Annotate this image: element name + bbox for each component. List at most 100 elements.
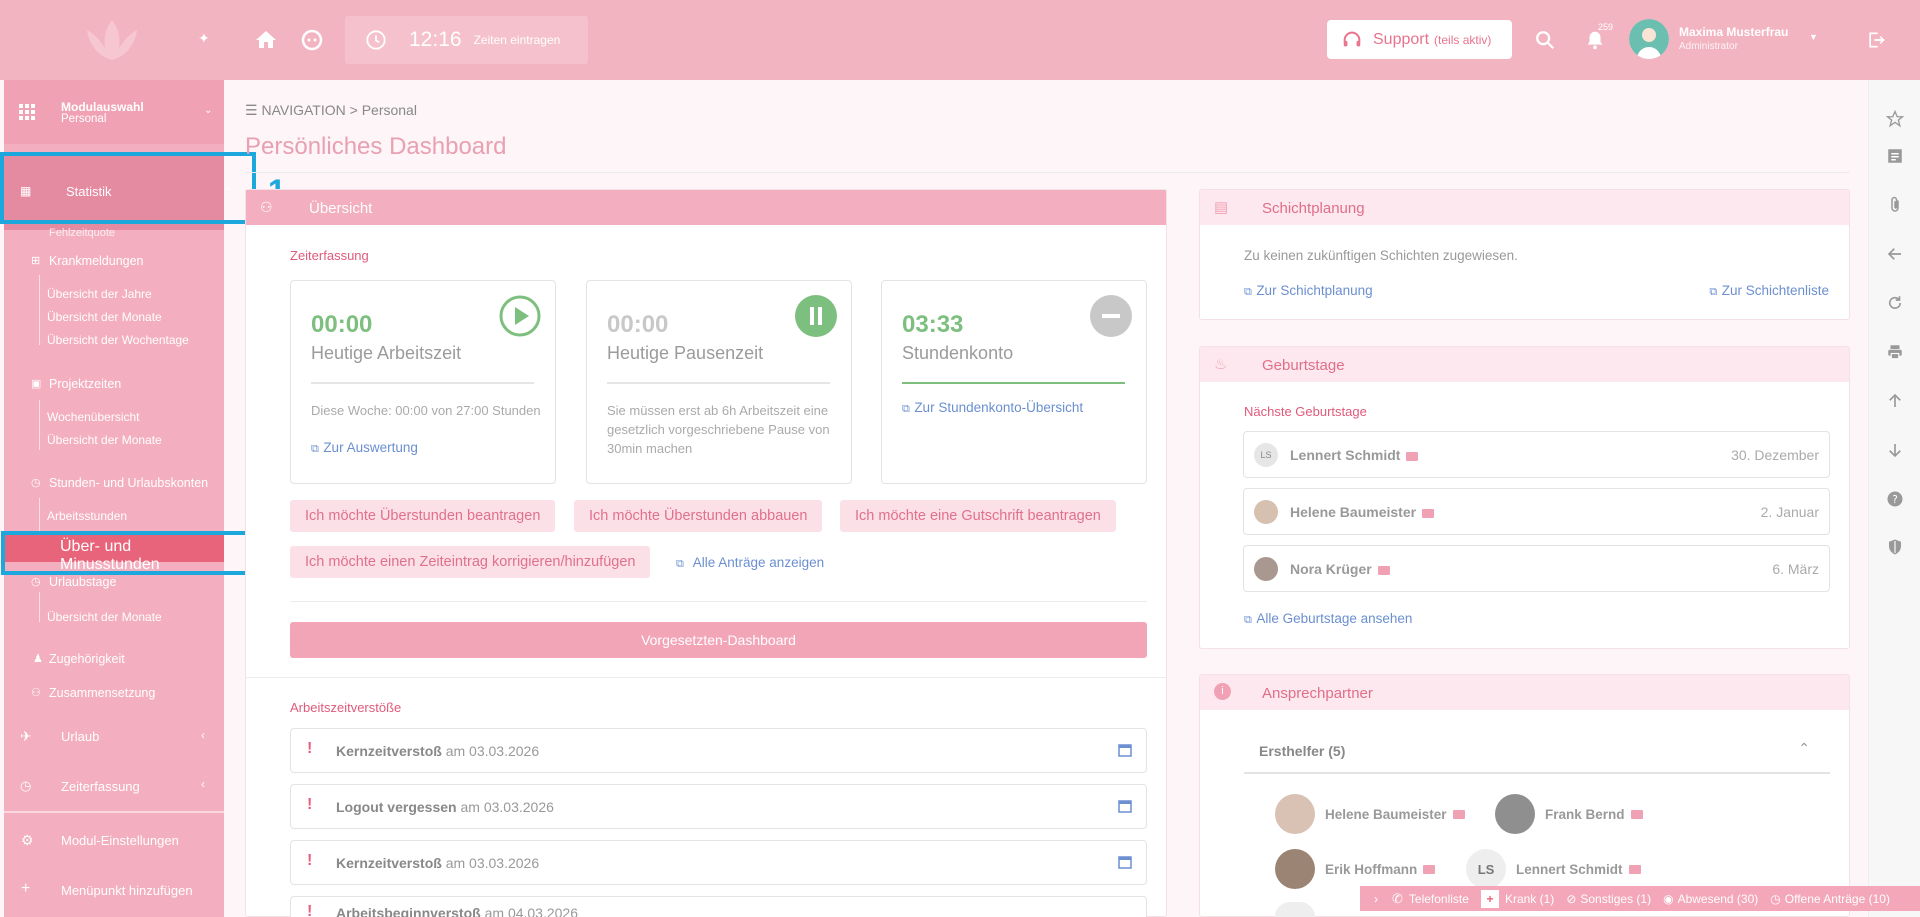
contact-person[interactable]: Erik Hoffmann <box>1275 849 1436 889</box>
sidebar-item-krankmeldungen[interactable]: Krankmeldungen <box>49 254 144 268</box>
calendar-icon[interactable] <box>1118 855 1132 869</box>
minus-circle-icon[interactable] <box>1090 295 1132 337</box>
schichtenliste-link[interactable]: ⧉ Zur Schichtenliste <box>1709 282 1829 300</box>
sidebar-item-monate-urlaub[interactable]: Übersicht der Monate <box>47 610 162 624</box>
briefcase-icon: ▣ <box>31 378 42 390</box>
progress-bar <box>902 382 1125 384</box>
section-zeiterfassung: Zeiterfassung <box>290 248 369 263</box>
pin-icon[interactable]: ✦ <box>198 30 210 47</box>
sidebar-item-menuepunkt[interactable]: + Menüpunkt hinzufügen <box>4 866 224 914</box>
home-icon[interactable] <box>254 28 278 52</box>
contact-person[interactable]: Helene Baumeister <box>1275 794 1465 834</box>
print-icon[interactable] <box>1886 343 1904 361</box>
mail-icon[interactable] <box>1423 864 1436 874</box>
list-item[interactable]: ! Kernzeitverstoß am 03.03.2026 <box>290 728 1147 773</box>
sidebar-item-zusammensetzung[interactable]: Zusammensetzung <box>49 686 155 700</box>
calendar-icon[interactable] <box>1118 799 1132 813</box>
support-button[interactable]: Support (teils aktiv) <box>1327 20 1512 59</box>
alle-geburtstage-link[interactable]: ⧉ Alle Geburtstage ansehen <box>1244 610 1412 628</box>
sidebar-item-fehlzeitquote[interactable]: Fehlzeitquote <box>49 227 115 239</box>
sidebar-item-modul-einstellungen[interactable]: ⚙ Modul-Einstellungen <box>4 816 224 864</box>
time-entry-widget[interactable]: 12:16 Zeiten eintragen <box>345 16 588 64</box>
list-item[interactable]: ! Kernzeitverstoß am 03.03.2026 <box>290 840 1147 885</box>
list-item[interactable]: ! Arbeitsbeginnverstoß am 04.03.2026 <box>290 896 1147 917</box>
birthday-header: ♨ Geburtstage <box>1200 347 1849 382</box>
paperclip-icon[interactable] <box>1886 196 1904 214</box>
mail-icon[interactable] <box>1630 809 1643 819</box>
list-item[interactable]: ! Logout vergessen am 03.03.2026 <box>290 784 1147 829</box>
menu-icon[interactable]: ☰ <box>245 102 258 118</box>
schichtplanung-link[interactable]: ⧉ Zur Schichtplanung <box>1244 282 1373 300</box>
sidebar-item-monate-projekt[interactable]: Übersicht der Monate <box>47 433 162 447</box>
progress-bar <box>607 382 830 384</box>
telefonliste-item[interactable]: ✆ Telefonliste <box>1392 891 1475 907</box>
mail-icon[interactable] <box>1377 565 1390 575</box>
breadcrumb-page[interactable]: Personal <box>362 102 417 118</box>
right-toolbar: ? <box>1868 80 1920 917</box>
module-select[interactable]: Modulauswahl Personal ⌄ <box>4 80 224 144</box>
sidebar-item-zugehoerigkeit[interactable]: Zugehörigkeit <box>49 652 125 666</box>
pause-time-label: Heutige Pausenzeit <box>607 343 764 363</box>
sidebar-item-monate[interactable]: Übersicht der Monate <box>47 310 162 324</box>
stundenkonto-link[interactable]: ⧉ Zur Stundenkonto-Übersicht <box>902 399 1083 417</box>
sidebar-item-urlaub[interactable]: ✈ Urlaub ‹ <box>4 712 224 760</box>
logout-icon[interactable] <box>1866 30 1886 50</box>
stundenkonto-box: 03:33 Stundenkonto ⧉ Zur Stundenkonto-Üb… <box>881 280 1147 484</box>
refresh-icon[interactable] <box>1886 294 1904 312</box>
krank-item[interactable]: + Krank (1) <box>1480 889 1560 908</box>
mail-icon[interactable] <box>1628 864 1641 874</box>
face-icon[interactable] <box>300 28 324 52</box>
note-icon[interactable] <box>1886 147 1904 165</box>
star-icon[interactable] <box>1886 110 1904 128</box>
gutschrift-button[interactable]: Ich möchte eine Gutschrift beantragen <box>840 500 1116 532</box>
list-item[interactable]: Nora Krüger 6. März <box>1243 545 1830 592</box>
contact-person[interactable]: Frank Bernd <box>1495 794 1643 834</box>
chevron-right-icon[interactable]: › <box>1374 892 1378 906</box>
list-item[interactable]: Helene Baumeister 2. Januar <box>1243 488 1830 535</box>
pause-time-desc: Sie müssen erst ab 6h Arbeitszeit eine g… <box>607 403 830 456</box>
external-link-icon: ⧉ <box>1244 614 1252 626</box>
mail-icon[interactable] <box>1452 809 1465 819</box>
arrow-left-icon[interactable] <box>1886 245 1904 263</box>
arrow-up-icon[interactable] <box>1886 392 1904 410</box>
sonstiges-item[interactable]: ⊘ Sonstiges (1) <box>1566 892 1657 906</box>
contact-person[interactable]: LS Lennert Schmidt <box>1466 849 1641 889</box>
mail-icon[interactable] <box>1422 508 1435 518</box>
offene-antraege-item[interactable]: ◷ Offene Anträge (10) <box>1770 892 1896 906</box>
abwesend-item[interactable]: ◉ Abwesend (30) <box>1663 892 1764 906</box>
logo[interactable] <box>0 0 224 80</box>
module-subtitle: Personal <box>61 113 107 125</box>
mail-icon[interactable] <box>1406 451 1419 461</box>
verstoss-am: am <box>445 743 466 759</box>
sidebar-item-projektzeiten[interactable]: Projektzeiten <box>49 377 121 391</box>
chevron-up-icon[interactable]: ⌃ <box>1798 740 1810 757</box>
auswertung-link[interactable]: ⧉ Zur Auswertung <box>311 439 418 457</box>
ueberstunden-abbauen-button[interactable]: Ich möchte Überstunden abbauen <box>574 500 823 532</box>
chevron-down-icon[interactable]: ▼ <box>1809 32 1818 42</box>
help-icon[interactable]: ? <box>1886 490 1904 508</box>
arrow-down-icon[interactable] <box>1886 441 1904 459</box>
avatar[interactable] <box>1629 19 1669 59</box>
shield-icon[interactable] <box>1886 538 1904 556</box>
calendar-icon[interactable] <box>1118 743 1132 757</box>
vorgesetzten-dashboard-button[interactable]: Vorgesetzten-Dashboard <box>290 622 1147 658</box>
alle-geburtstage-link-label: Alle Geburtstage ansehen <box>1256 611 1413 626</box>
ersthelfer-group[interactable]: Ersthelfer (5) ⌃ <box>1244 736 1830 774</box>
pause-icon[interactable] <box>795 295 837 337</box>
sidebar-item-urlaubstage[interactable]: Urlaubstage <box>49 575 116 589</box>
sidebar-divider <box>4 811 224 813</box>
search-icon[interactable] <box>1534 29 1556 51</box>
sidebar-item-wochenuebersicht[interactable]: Wochenübersicht <box>47 410 140 424</box>
list-item[interactable]: LS Lennert Schmidt 30. Dezember <box>1243 431 1830 478</box>
sidebar-item-jahre[interactable]: Übersicht der Jahre <box>47 287 152 301</box>
breadcrumb-nav[interactable]: NAVIGATION <box>261 102 345 118</box>
ueberstunden-beantragen-button[interactable]: Ich möchte Überstunden beantragen <box>290 500 556 532</box>
sidebar-item-wochentage[interactable]: Übersicht der Wochentage <box>47 333 189 347</box>
sidebar-item-stunden-konten[interactable]: Stunden- und Urlaubskonten <box>49 476 208 490</box>
sidebar-item-arbeitsstunden[interactable]: Arbeitsstunden <box>47 509 127 523</box>
play-icon[interactable] <box>499 295 541 337</box>
sidebar-item-zeiterfassung[interactable]: ◷ Zeiterfassung ‹ <box>4 761 224 809</box>
zeiteintrag-korrigieren-button[interactable]: Ich möchte einen Zeiteintrag korrigieren… <box>290 546 651 578</box>
verstoss-am: am <box>460 799 480 815</box>
alle-antraege-link[interactable]: ⧉ Alle Anträge anzeigen <box>676 554 824 572</box>
